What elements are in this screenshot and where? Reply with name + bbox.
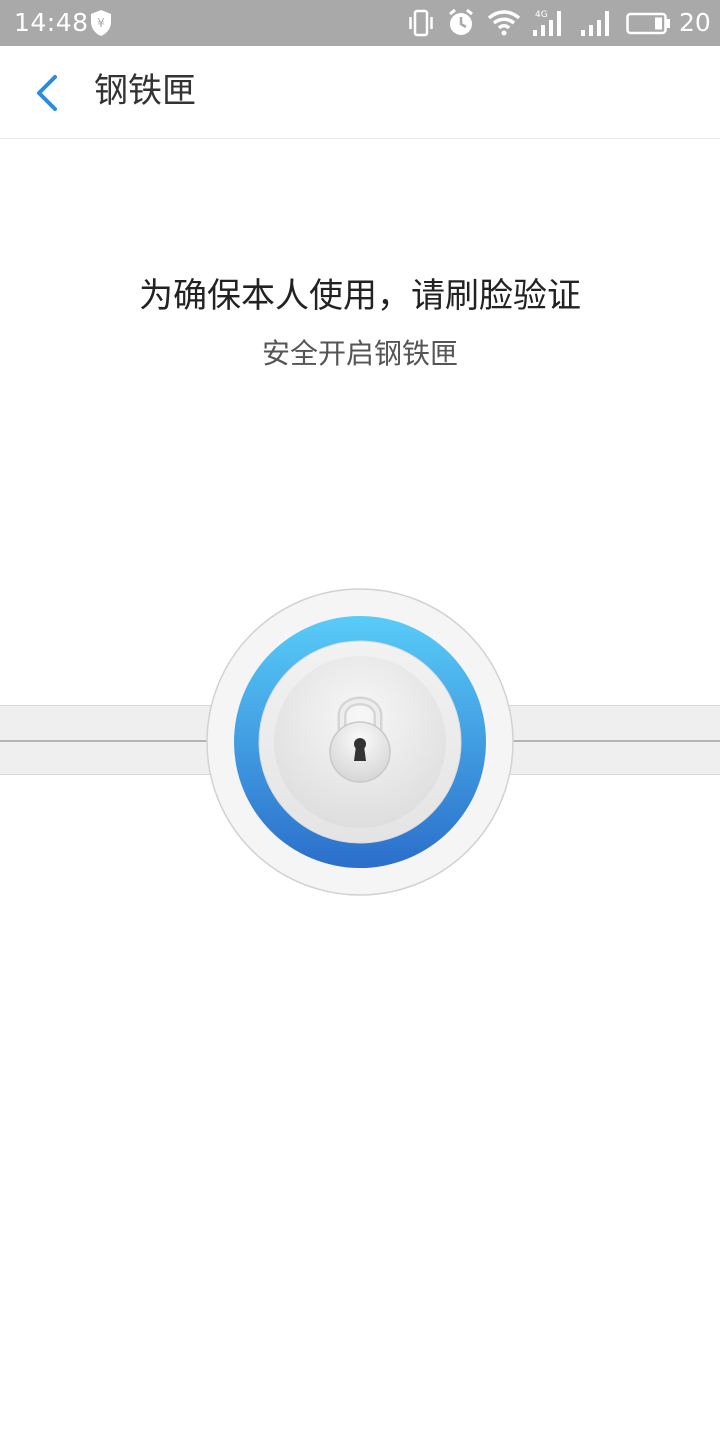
vibrate-icon [409,9,433,37]
status-bar: 14:48 ¥ 4G 20 [0,0,720,46]
verification-prompt: 为确保本人使用，请刷脸验证 [139,276,581,316]
signal-4g-icon: 4G [533,10,561,36]
wifi-icon [487,10,521,36]
svg-text:¥: ¥ [97,16,105,30]
battery-icon [626,12,670,35]
back-button[interactable] [22,68,72,118]
shield-yen-icon: ¥ [91,10,111,36]
face-verify-lock-button[interactable] [204,586,516,898]
lock-bar-left [0,705,230,775]
svg-text:4G: 4G [535,10,548,20]
lock-bar-right [490,705,720,775]
app-header: 钢铁匣 [0,46,720,139]
status-time: 14:48 [14,8,89,37]
alarm-icon [449,8,473,35]
battery-level-text: 20 [679,8,711,37]
signal-icon [581,11,609,36]
verification-subprompt: 安全开启钢铁匣 [261,337,458,370]
screen: 14:48 ¥ 4G 20 钢铁匣 为确保本人使用，请刷脸验证 安全开启钢铁匣 [0,0,720,1440]
page-title: 钢铁匣 [94,71,196,111]
chevron-left-icon [37,75,57,111]
